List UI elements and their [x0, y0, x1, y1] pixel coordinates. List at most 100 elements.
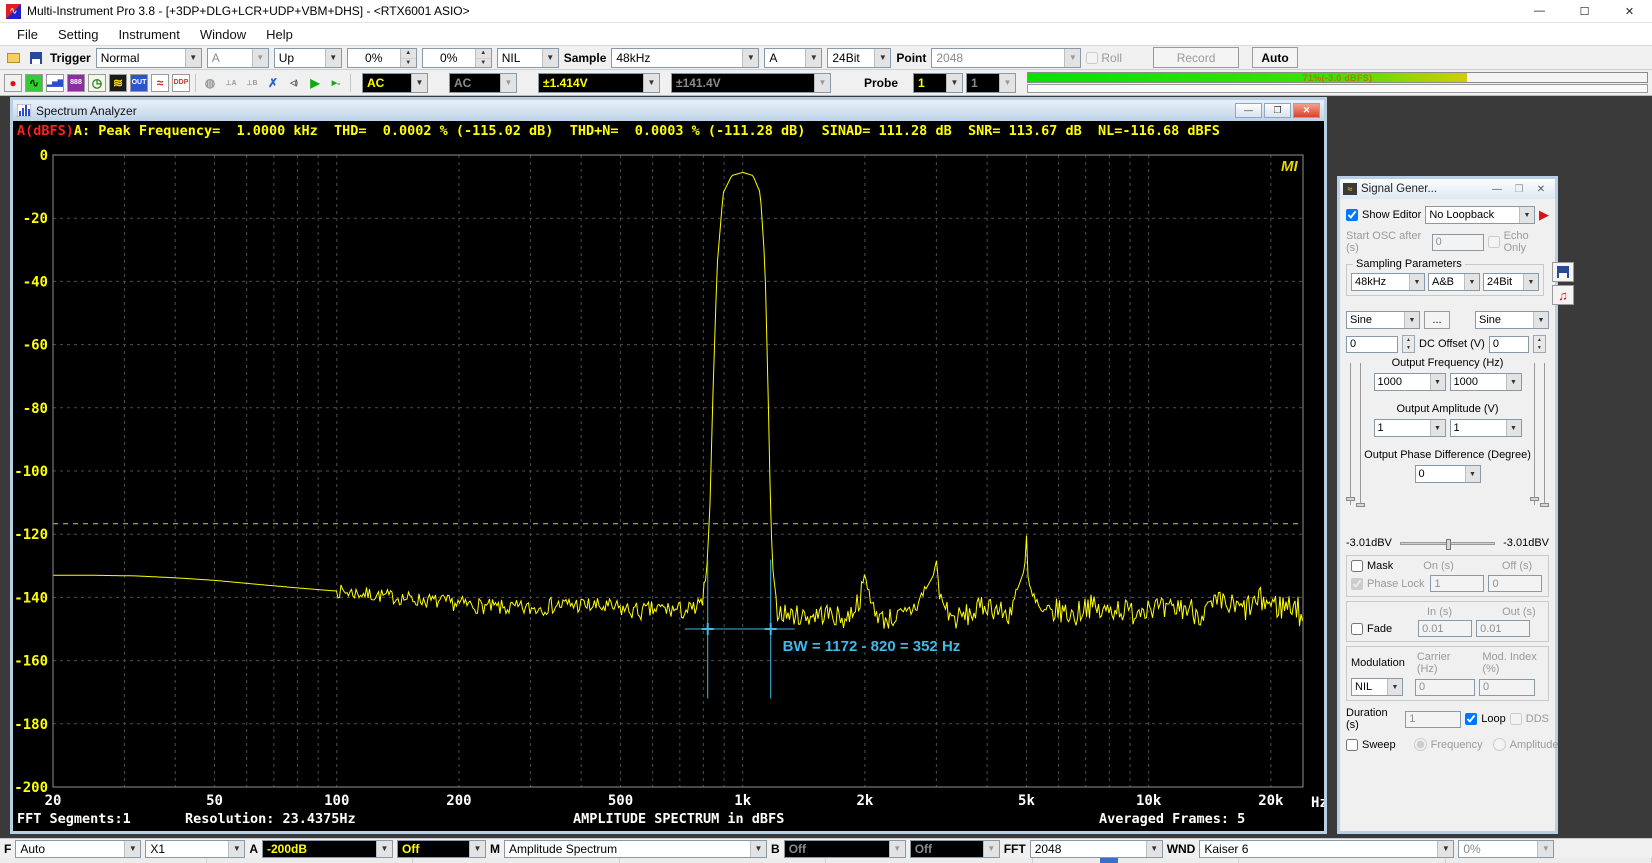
window-function-select[interactable]: Kaiser 6▼ [1199, 840, 1454, 858]
xy-plot-icon[interactable]: ◷ [88, 74, 106, 92]
trigger-edge-select[interactable]: Up▼ [274, 48, 342, 68]
multimeter-icon[interactable]: 888 [67, 74, 85, 92]
probe-a-select[interactable]: 1▼ [913, 73, 963, 93]
range-b-select: ±141.4V▼ [671, 73, 831, 93]
close-button[interactable]: ✕ [1607, 0, 1652, 22]
mask-on-input [1430, 575, 1484, 592]
spectrum-plot[interactable]: 0-20-40-60-80-100-120-140-160-180-200205… [13, 141, 1324, 831]
fade-checkbox[interactable] [1351, 623, 1363, 635]
y-axis-tick-label: -100 [14, 464, 48, 480]
generator-start-button[interactable]: ▶ [1539, 207, 1549, 223]
dc-offset-b-stepper[interactable]: ▲▼ [1533, 335, 1546, 353]
sampling-channel-select[interactable]: A▼ [764, 48, 822, 68]
menu-setting[interactable]: Setting [49, 25, 107, 44]
frequency-b-select[interactable]: 1000▼ [1450, 373, 1522, 391]
modulation-select[interactable]: NIL▼ [1351, 678, 1403, 696]
generator-channels-select[interactable]: A&B▼ [1428, 273, 1480, 291]
ddp-viewer-icon[interactable]: DDP [172, 74, 190, 92]
multi-instrument-app: ∿ Multi-Instrument Pro 3.8 - [+3DP+DLG+L… [0, 0, 1652, 863]
range-a-select[interactable]: ±1.414V▼ [538, 73, 660, 93]
marker-b-icon: ⊥B [243, 74, 261, 92]
menu-instrument[interactable]: Instrument [109, 25, 188, 44]
waveform-b-select[interactable]: Sine▼ [1475, 311, 1549, 329]
ref-a-select[interactable]: Off▼ [397, 840, 486, 858]
oscilloscope-icon[interactable]: ∿ [25, 74, 43, 92]
trigger-label: Trigger [50, 51, 91, 65]
balance-slider[interactable] [1400, 542, 1495, 545]
generator-bits-select[interactable]: 24Bit▼ [1483, 273, 1539, 291]
spectrogram-icon[interactable]: ≋ [109, 74, 127, 92]
dc-offset-a-stepper[interactable]: ▲▼ [1402, 335, 1415, 353]
sampling-rate-select[interactable]: 48kHz▼ [611, 48, 759, 68]
menu-file[interactable]: File [8, 25, 47, 44]
display-mode-select[interactable]: Amplitude Spectrum▼ [504, 840, 767, 858]
roll-checkbox: Roll [1086, 51, 1122, 65]
generator-close-button[interactable]: ✕ [1530, 184, 1552, 195]
spectrum-minimize-button[interactable]: — [1235, 103, 1262, 118]
level-right-label: -3.01dBV [1503, 537, 1549, 549]
trigger-mode-select[interactable]: Normal▼ [96, 48, 202, 68]
echo-only-label: Echo Only [1504, 230, 1549, 254]
range-a-db-select[interactable]: -200dB▼ [262, 840, 393, 858]
generator-rate-select[interactable]: 48kHz▼ [1351, 273, 1425, 291]
spectrum-maximize-button[interactable]: ❐ [1264, 103, 1291, 118]
loopback-select[interactable]: No Loopback▼ [1425, 206, 1535, 224]
menu-help[interactable]: Help [257, 25, 302, 44]
menu-window[interactable]: Window [191, 25, 255, 44]
sweep-checkbox[interactable] [1346, 739, 1358, 751]
minimize-button[interactable]: — [1517, 0, 1562, 22]
spectrum-analyzer-icon[interactable]: ▂▅▇ [46, 74, 64, 92]
generator-save-button[interactable] [1552, 262, 1574, 282]
display-settings-toolbar: F Auto▼ X1▼ A -200dB▼ Off▼ M Amplitude S… [0, 838, 1652, 858]
amplitude-slider-a[interactable] [1346, 497, 1355, 501]
save-file-icon[interactable] [27, 49, 45, 67]
frequency-axis-select[interactable]: Auto▼ [15, 840, 141, 858]
sweep-label: Sweep [1362, 739, 1396, 751]
x-axis-tick-label: 5k [1018, 793, 1035, 809]
on-label: On (s) [1423, 560, 1454, 572]
loop-label: Loop [1481, 713, 1505, 725]
open-file-icon[interactable] [4, 49, 22, 67]
bit-depth-select[interactable]: 24Bit▼ [827, 48, 891, 68]
amplitude-a-select[interactable]: 1▼ [1374, 419, 1446, 437]
fft-size-select[interactable]: 2048▼ [1030, 840, 1163, 858]
loop-checkbox[interactable] [1465, 713, 1477, 725]
amplitude-slider-a2[interactable] [1356, 503, 1365, 507]
maximize-button[interactable]: ☐ [1562, 0, 1607, 22]
coupling-a-select[interactable]: AC▼ [362, 73, 428, 93]
waveform-a-select[interactable]: Sine▼ [1346, 311, 1420, 329]
dc-offset-b-input[interactable] [1489, 336, 1529, 353]
frequency-a-select[interactable]: 1000▼ [1374, 373, 1446, 391]
show-editor-checkbox[interactable] [1346, 209, 1358, 221]
amplitude-slider-b2[interactable] [1540, 503, 1549, 507]
trigger-hpf-select[interactable]: NIL▼ [497, 48, 559, 68]
generator-maximize-button: ❐ [1508, 184, 1530, 195]
fade-out-input [1476, 620, 1530, 637]
m-mode-label: M [490, 842, 500, 856]
record-icon[interactable]: ● [4, 74, 22, 92]
dc-offset-a-input[interactable] [1346, 336, 1398, 353]
trigger-delay-stepper[interactable]: 0%▲▼ [422, 48, 492, 68]
spectrum-close-button[interactable]: ✕ [1293, 103, 1320, 118]
data-out-icon[interactable]: OUT [130, 74, 148, 92]
a-channel-label: A [249, 842, 258, 856]
output-frequency-label: Output Frequency (Hz) [1340, 357, 1555, 369]
music-notes-button[interactable]: ♫ [1552, 285, 1574, 305]
zoom-select[interactable]: X1▼ [145, 840, 245, 858]
start-osc-label: Start OSC after (s) [1346, 230, 1428, 254]
generator-minimize-button[interactable]: — [1486, 184, 1508, 195]
amplitude-b-select[interactable]: 1▼ [1450, 419, 1522, 437]
mask-checkbox[interactable] [1351, 560, 1363, 572]
output-phase-label: Output Phase Difference (Degree) [1340, 449, 1555, 461]
derived-display-icon[interactable]: ≈ [151, 74, 169, 92]
spectrum-chart[interactable]: 0-20-40-60-80-100-120-140-160-180-200205… [13, 141, 1324, 831]
spectrum-window-title-bar[interactable]: Spectrum Analyzer — ❐ ✕ [13, 100, 1324, 121]
phase-select[interactable]: 0▼ [1415, 465, 1481, 483]
footer-fft-segments: FFT Segments:1 [17, 811, 131, 827]
auto-button[interactable]: Auto [1252, 47, 1298, 68]
amplitude-slider-b[interactable] [1530, 497, 1539, 501]
waveform-more-button[interactable]: ... [1424, 311, 1450, 329]
balance-slider-handle[interactable] [1446, 539, 1451, 550]
trigger-level-stepper[interactable]: 0%▲▼ [347, 48, 417, 68]
signal-generator-title-bar[interactable]: ≈ Signal Gener... — ❐ ✕ [1340, 179, 1555, 199]
